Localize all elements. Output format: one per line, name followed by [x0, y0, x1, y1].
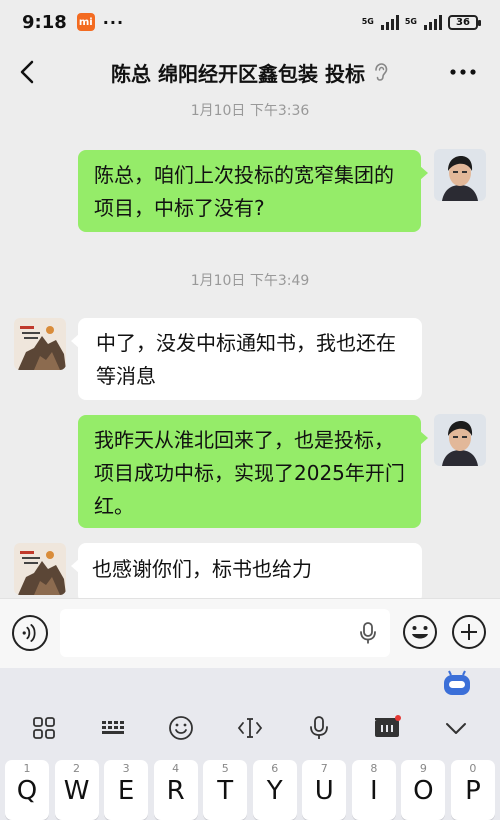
key-r[interactable]: 4R — [153, 760, 198, 820]
my-avatar[interactable] — [434, 149, 486, 201]
apps-icon[interactable] — [24, 708, 64, 748]
key-number: 5 — [221, 762, 229, 775]
timestamp: 1月10日 下午3:49 — [190, 273, 310, 289]
network-label-2: 5G — [404, 17, 417, 26]
key-number: 2 — [73, 762, 81, 775]
voice-input-icon[interactable] — [12, 615, 48, 651]
keyboard-toolbar — [0, 708, 500, 748]
input-bar — [0, 598, 500, 668]
message-input[interactable] — [60, 609, 390, 657]
key-number: 0 — [469, 762, 477, 775]
key-letter: P — [465, 776, 481, 806]
key-number: 8 — [370, 762, 378, 775]
key-w[interactable]: 2W — [54, 760, 99, 820]
key-letter: T — [217, 776, 234, 806]
message-bubble-received[interactable]: 也感谢你们，标书也给力 — [71, 543, 422, 598]
chat-screen: 9:18 mi ··· 5G 5G 36 陈总 绵阳经开区鑫包装 投标 1月10… — [0, 0, 500, 820]
key-e[interactable]: 3E — [104, 760, 149, 820]
more-notifications-icon: ··· — [102, 12, 125, 32]
cursor-icon[interactable] — [230, 708, 270, 748]
mic-icon[interactable] — [299, 708, 339, 748]
plus-icon[interactable] — [451, 614, 487, 650]
key-letter: I — [369, 776, 378, 806]
key-letter: Y — [266, 776, 283, 806]
key-letter: U — [314, 776, 334, 806]
key-letter: Q — [16, 776, 38, 806]
keyboard-icon[interactable] — [93, 708, 133, 748]
key-u[interactable]: 7U — [302, 760, 347, 820]
signal-icon — [380, 14, 399, 30]
key-o[interactable]: 9O — [401, 760, 446, 820]
emoji-icon[interactable] — [161, 708, 201, 748]
key-i[interactable]: 8I — [351, 760, 396, 820]
key-letter: E — [117, 776, 135, 806]
key-row: 1Q 2W 3E 4R 5T 6Y 7U 8I 9O 0P — [0, 760, 500, 820]
message-bubble-sent[interactable]: 我昨天从淮北回来了，也是投标，项目成功中标，实现了2025年开门红。 — [78, 415, 428, 528]
mi-notification-icon: mi — [76, 13, 95, 31]
assistant-robot-icon[interactable] — [441, 669, 473, 697]
more-icon[interactable] — [448, 62, 478, 82]
status-time: 9:18 — [22, 11, 67, 33]
my-avatar[interactable] — [434, 414, 486, 466]
chevron-down-icon[interactable] — [436, 708, 476, 748]
battery-level: 36 — [456, 16, 470, 28]
key-number: 7 — [320, 762, 328, 775]
earpiece-mode-icon — [375, 63, 388, 81]
message-bubble-received[interactable]: 中了，没发中标通知书，我也还在等消息 — [71, 318, 422, 400]
battery-icon: 36 — [448, 14, 481, 30]
key-letter: R — [166, 776, 185, 806]
page-title: 陈总 绵阳经开区鑫包装 投标 — [111, 61, 365, 86]
contact-avatar[interactable] — [14, 318, 66, 370]
key-number: 9 — [419, 762, 427, 775]
keyboard: 1Q 2W 3E 4R 5T 6Y 7U 8I 9O 0P — [0, 668, 500, 820]
key-number: 3 — [122, 762, 130, 775]
network-label: 5G — [361, 17, 374, 26]
signal-icon-2 — [424, 14, 442, 30]
title-wrap: 陈总 绵阳经开区鑫包装 投标 — [0, 44, 500, 100]
voice-to-text-icon[interactable] — [358, 621, 378, 645]
mi-icon[interactable] — [367, 708, 407, 748]
message-bubble-sent[interactable]: 陈总，咱们上次投标的宽窄集团的项目，中标了没有? — [78, 150, 428, 232]
key-t[interactable]: 5T — [203, 760, 248, 820]
timestamp: 1月10日 下午3:36 — [190, 103, 310, 119]
chat-header: 陈总 绵阳经开区鑫包装 投标 — [0, 44, 500, 100]
emoji-icon[interactable] — [402, 614, 438, 650]
status-right: 5G 5G 36 — [361, 14, 481, 30]
status-bar: 9:18 mi ··· 5G 5G 36 — [0, 0, 500, 44]
key-number: 6 — [271, 762, 279, 775]
key-letter: O — [413, 776, 434, 806]
key-y[interactable]: 6Y — [252, 760, 297, 820]
key-number: 1 — [23, 762, 31, 775]
contact-avatar[interactable] — [14, 543, 66, 595]
key-q[interactable]: 1Q — [5, 760, 49, 820]
key-p[interactable]: 0P — [450, 760, 495, 820]
message-list[interactable]: 1月10日 下午3:36 陈总，咱们上次投标的宽窄集团的项目，中标了没有? 1月… — [0, 100, 500, 598]
key-letter: W — [63, 776, 90, 806]
key-number: 4 — [172, 762, 180, 775]
